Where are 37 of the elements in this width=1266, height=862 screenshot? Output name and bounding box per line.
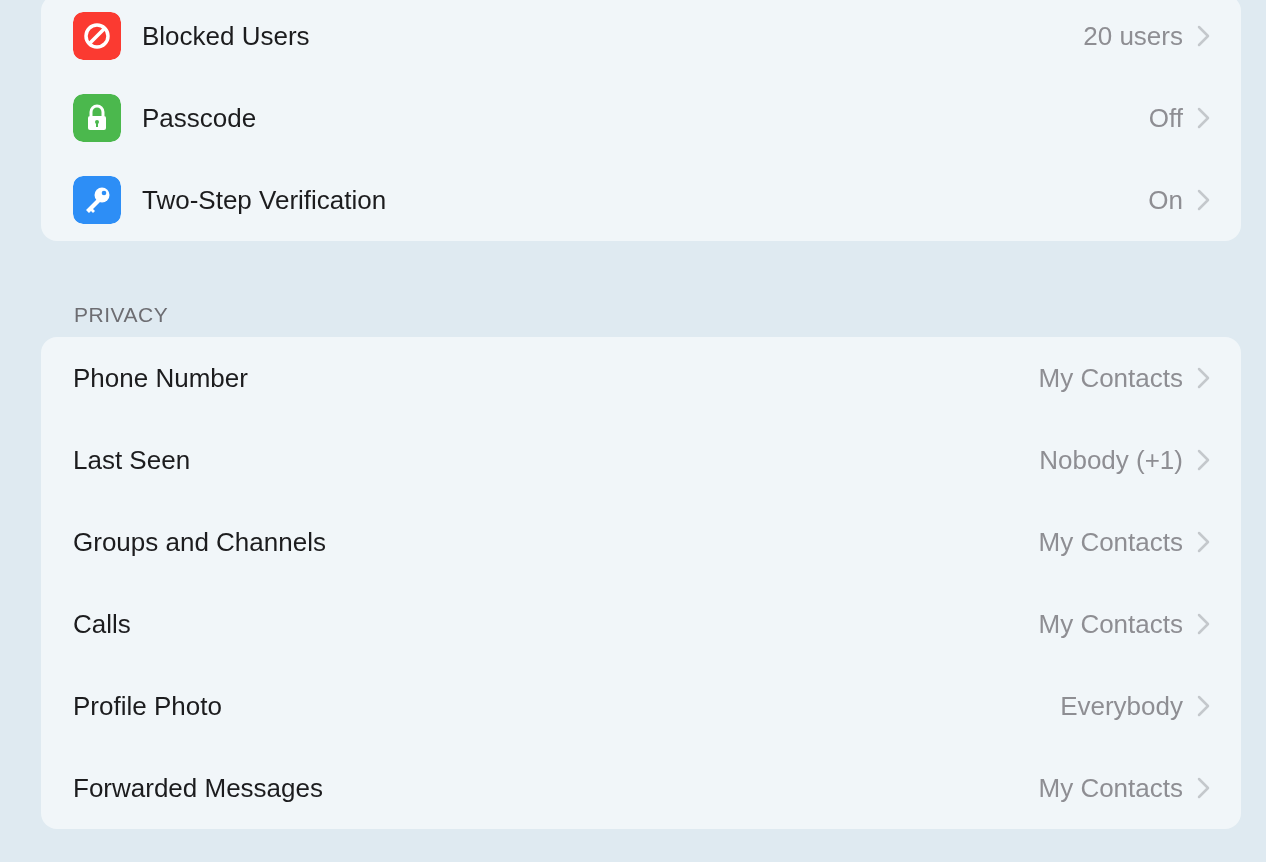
setting-value: My Contacts [1038,772,1183,804]
setting-value: Off [1148,102,1183,134]
setting-value: Everybody [1060,690,1183,722]
chevron-right-icon [1197,531,1211,553]
chevron-right-icon [1197,367,1211,389]
chevron-right-icon [1197,25,1211,47]
setting-label: Phone Number [73,362,249,394]
chevron-right-icon [1197,107,1211,129]
setting-label: Two-Step Verification [142,184,388,216]
chevron-right-icon [1197,777,1211,799]
chevron-right-icon [1197,695,1211,717]
chevron-right-icon [1197,613,1211,635]
settings-row[interactable]: Groups and Channels My Contacts [41,501,1241,583]
setting-value: Nobody (+1) [1039,444,1183,476]
settings-row[interactable]: Profile Photo Everybody [41,665,1241,747]
setting-label: Calls [73,608,132,640]
chevron-right-icon [1197,189,1211,211]
settings-row[interactable]: Two-Step Verification On [41,159,1241,241]
setting-value: My Contacts [1038,362,1183,394]
setting-label: Profile Photo [73,690,223,722]
settings-row[interactable]: Forwarded Messages My Contacts [41,747,1241,829]
setting-value: On [1148,184,1183,216]
chevron-right-icon [1197,449,1211,471]
section-header: PRIVACY [74,303,169,326]
settings-row[interactable]: Passcode Off [41,77,1241,159]
settings-row[interactable]: Calls My Contacts [41,583,1241,665]
setting-value: 20 users [1083,20,1183,52]
setting-label: Passcode [142,102,258,134]
setting-value: My Contacts [1038,608,1183,640]
settings-row[interactable]: Phone Number My Contacts [41,337,1241,419]
setting-label: Last Seen [73,444,192,476]
settings-row[interactable]: Blocked Users 20 users [41,0,1241,77]
setting-label: Groups and Channels [73,526,327,558]
setting-value: My Contacts [1038,526,1183,558]
setting-label: Forwarded Messages [73,772,324,804]
settings-row[interactable]: Last Seen Nobody (+1) [41,419,1241,501]
setting-label: Blocked Users [142,20,311,52]
